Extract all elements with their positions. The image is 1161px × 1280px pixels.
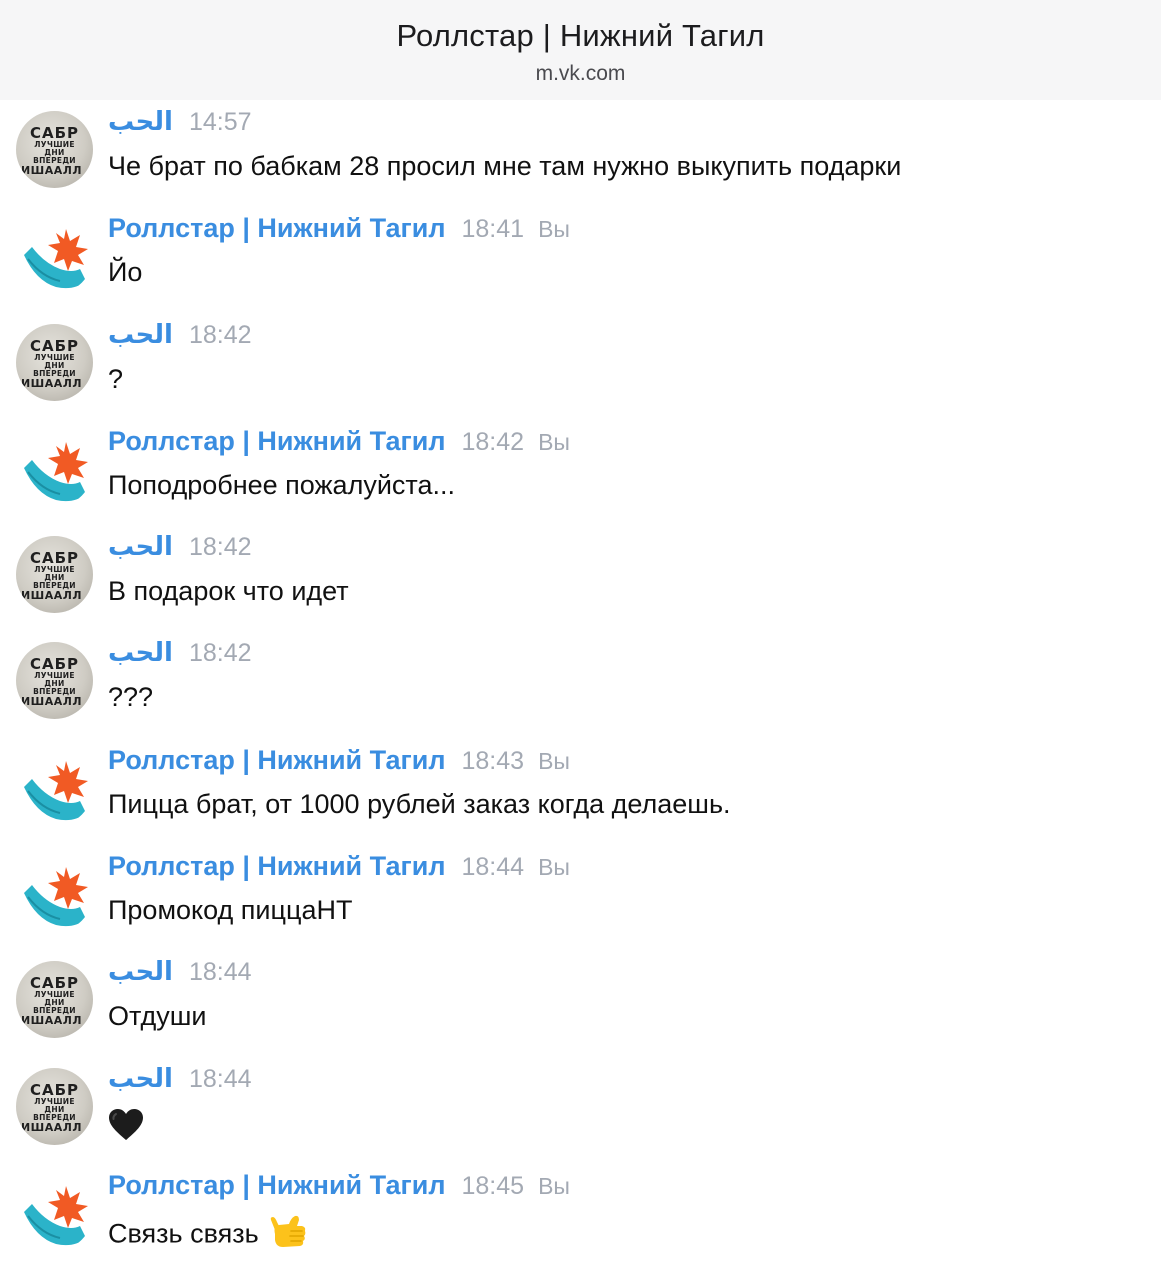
rollstar-logo-icon bbox=[24, 760, 88, 820]
you-label: Вы bbox=[538, 1172, 570, 1199]
message-item: Роллстар | Нижний Тагил 18:45 Вы Связь с… bbox=[0, 1170, 1161, 1276]
avatar[interactable]: САБР ЛУЧШИЕ ДНИ ВПЕРЕДИ ИШААЛЛ bbox=[16, 642, 93, 720]
avatar-text: САБР bbox=[29, 655, 80, 674]
rollstar-logo-icon bbox=[24, 229, 88, 289]
message-text bbox=[108, 1108, 144, 1149]
sender-name[interactable]: Роллстар | Нижний Тагил bbox=[108, 1170, 446, 1201]
chat-header: Роллстар | Нижний Тагил m.vk.com bbox=[0, 0, 1161, 100]
message-time: 18:42 bbox=[188, 639, 252, 668]
message-text: Связь связь bbox=[108, 1214, 307, 1257]
message-meta: Роллстар | Нижний Тагил 18:41 Вы bbox=[108, 213, 570, 253]
you-label: Вы bbox=[538, 854, 570, 881]
avatar[interactable]: САБР ЛУЧШИЕ ДНИ ВПЕРЕДИ ИШААЛЛ bbox=[16, 536, 93, 614]
avatar-text: ИШААЛЛ bbox=[20, 589, 83, 603]
message-item: САБР ЛУЧШИЕ ДНИ ВПЕРЕДИ ИШААЛЛ الحب 18:4… bbox=[0, 638, 1161, 744]
message-text: Йо bbox=[108, 257, 143, 288]
message-time: 18:45 bbox=[461, 1171, 525, 1200]
message-time: 18:42 bbox=[188, 533, 252, 562]
rollstar-logo-icon bbox=[24, 441, 88, 502]
sender-name[interactable]: Роллстар | Нижний Тагил bbox=[108, 745, 446, 776]
avatar-text: ИШААЛЛ bbox=[20, 1014, 83, 1028]
message-item: САБР ЛУЧШИЕ ДНИ ВПЕРЕДИ ИШААЛЛ الحب 18:4… bbox=[0, 957, 1161, 1063]
message-meta: الحب 18:42 bbox=[108, 320, 252, 360]
avatar-text: ИШААЛЛ bbox=[20, 376, 83, 390]
avatar[interactable] bbox=[16, 217, 93, 294]
message-meta: الحب 18:42 bbox=[108, 532, 252, 572]
avatar[interactable]: САБР ЛУЧШИЕ ДНИ ВПЕРЕДИ ИШААЛЛ bbox=[16, 961, 93, 1039]
avatar[interactable] bbox=[16, 749, 93, 826]
avatar-text: САБР bbox=[29, 124, 80, 142]
message-item: Роллстар | Нижний Тагил 18:43 Вы Пицца б… bbox=[0, 745, 1161, 851]
sender-name[interactable]: الحب bbox=[108, 107, 173, 137]
sender-name[interactable]: Роллстар | Нижний Тагил bbox=[108, 851, 446, 882]
avatar-text: ИШААЛЛ bbox=[20, 695, 83, 709]
avatar[interactable] bbox=[16, 1174, 93, 1251]
rollstar-logo-icon bbox=[24, 867, 88, 927]
sender-name[interactable]: Роллстар | Нижний Тагил bbox=[108, 213, 446, 244]
chat-domain: m.vk.com bbox=[535, 62, 626, 85]
message-time: 18:41 bbox=[461, 215, 525, 244]
message-item: Роллстар | Нижний Тагил 18:42 Вы Поподро… bbox=[0, 426, 1161, 532]
message-time: 14:57 bbox=[188, 108, 252, 136]
sender-name[interactable]: الحب bbox=[108, 320, 173, 350]
message-time: 18:42 bbox=[188, 320, 252, 349]
message-item: САБР ЛУЧШИЕ ДНИ ВПЕРЕДИ ИШААЛЛ الحب 18:4… bbox=[0, 532, 1161, 638]
avatar-text: САБР bbox=[29, 549, 80, 568]
avatar-text: САБР bbox=[29, 1080, 80, 1099]
avatar[interactable] bbox=[16, 430, 93, 507]
message-meta: Роллстар | Нижний Тагил 18:45 Вы bbox=[108, 1170, 570, 1210]
message-meta: Роллстар | Нижний Тагил 18:43 Вы bbox=[108, 745, 570, 785]
sender-name[interactable]: Роллстар | Нижний Тагил bbox=[108, 426, 446, 457]
you-label: Вы bbox=[538, 216, 570, 243]
message-time: 18:43 bbox=[461, 746, 525, 775]
message-time: 18:42 bbox=[461, 427, 525, 456]
avatar[interactable] bbox=[16, 855, 93, 932]
message-text: В подарок что идет bbox=[108, 576, 349, 607]
you-label: Вы bbox=[538, 747, 570, 774]
message-meta: الحب 14:57 bbox=[108, 107, 252, 147]
message-item: САБР ЛУЧШИЕ ДНИ ВПЕРЕДИ ИШААЛЛ الحب 18:4… bbox=[0, 1064, 1161, 1170]
avatar-text: САБР bbox=[29, 974, 80, 993]
message-item: Роллстар | Нижний Тагил 18:44 Вы Промоко… bbox=[0, 851, 1161, 957]
avatar[interactable]: САБР ЛУЧШИЕ ДНИ ВПЕРЕДИ ИШААЛЛ bbox=[16, 323, 93, 401]
message-time: 18:44 bbox=[461, 853, 525, 882]
sender-name[interactable]: الحب bbox=[108, 957, 173, 987]
sender-name[interactable]: الحب bbox=[108, 1064, 173, 1094]
message-meta: الحب 18:42 bbox=[108, 638, 252, 678]
message-text: Поподробнее пожалуйста... bbox=[108, 469, 455, 500]
avatar-text: САБР bbox=[29, 336, 80, 355]
message-time: 18:44 bbox=[188, 958, 252, 987]
message-text: Пицца брат, от 1000 рублей заказ когда д… bbox=[108, 788, 731, 819]
message-meta: الحب 18:44 bbox=[108, 957, 252, 997]
sender-name[interactable]: الحب bbox=[108, 532, 173, 562]
message-text: Че брат по бабкам 28 просил мне там нужн… bbox=[108, 151, 902, 181]
message-meta: Роллстар | Нижний Тагил 18:42 Вы bbox=[108, 426, 570, 466]
avatar[interactable]: САБР ЛУЧШИЕ ДНИ ВПЕРЕДИ ИШААЛЛ bbox=[16, 1067, 93, 1145]
message-list: САБР ЛУЧШИЕ ДНИ ВПЕРЕДИ ИШААЛЛ الحب 14:5… bbox=[0, 107, 1161, 1276]
message-time: 18:44 bbox=[188, 1064, 252, 1093]
rollstar-logo-icon bbox=[24, 1185, 88, 1246]
message-meta: الحب 18:44 bbox=[108, 1064, 252, 1104]
message-item: Роллстар | Нижний Тагил 18:41 Вы Йо bbox=[0, 213, 1161, 319]
message-text: Отдуши bbox=[108, 1001, 207, 1032]
avatar-text: ИШААЛЛ bbox=[20, 164, 83, 177]
message-text-content: Связь связь bbox=[108, 1218, 259, 1249]
message-meta: Роллстар | Нижний Тагил 18:44 Вы bbox=[108, 851, 570, 891]
message-item: САБР ЛУЧШИЕ ДНИ ВПЕРЕДИ ИШААЛЛ الحب 18:4… bbox=[0, 320, 1161, 426]
message-text: Промокод пиццаНТ bbox=[108, 895, 353, 926]
message-item: САБР ЛУЧШИЕ ДНИ ВПЕРЕДИ ИШААЛЛ الحب 14:5… bbox=[0, 107, 1161, 213]
chat-title: Роллстар | Нижний Тагил bbox=[396, 18, 765, 53]
sender-name[interactable]: الحب bbox=[108, 638, 173, 668]
message-text: ??? bbox=[108, 682, 154, 713]
message-text: ? bbox=[108, 363, 124, 394]
you-label: Вы bbox=[538, 428, 570, 455]
black-heart-icon bbox=[108, 1108, 144, 1149]
avatar-text: ИШААЛЛ bbox=[20, 1120, 83, 1134]
avatar[interactable]: САБР ЛУЧШИЕ ДНИ ВПЕРЕДИ ИШААЛЛ bbox=[16, 111, 93, 188]
call-me-hand-icon bbox=[269, 1214, 307, 1257]
